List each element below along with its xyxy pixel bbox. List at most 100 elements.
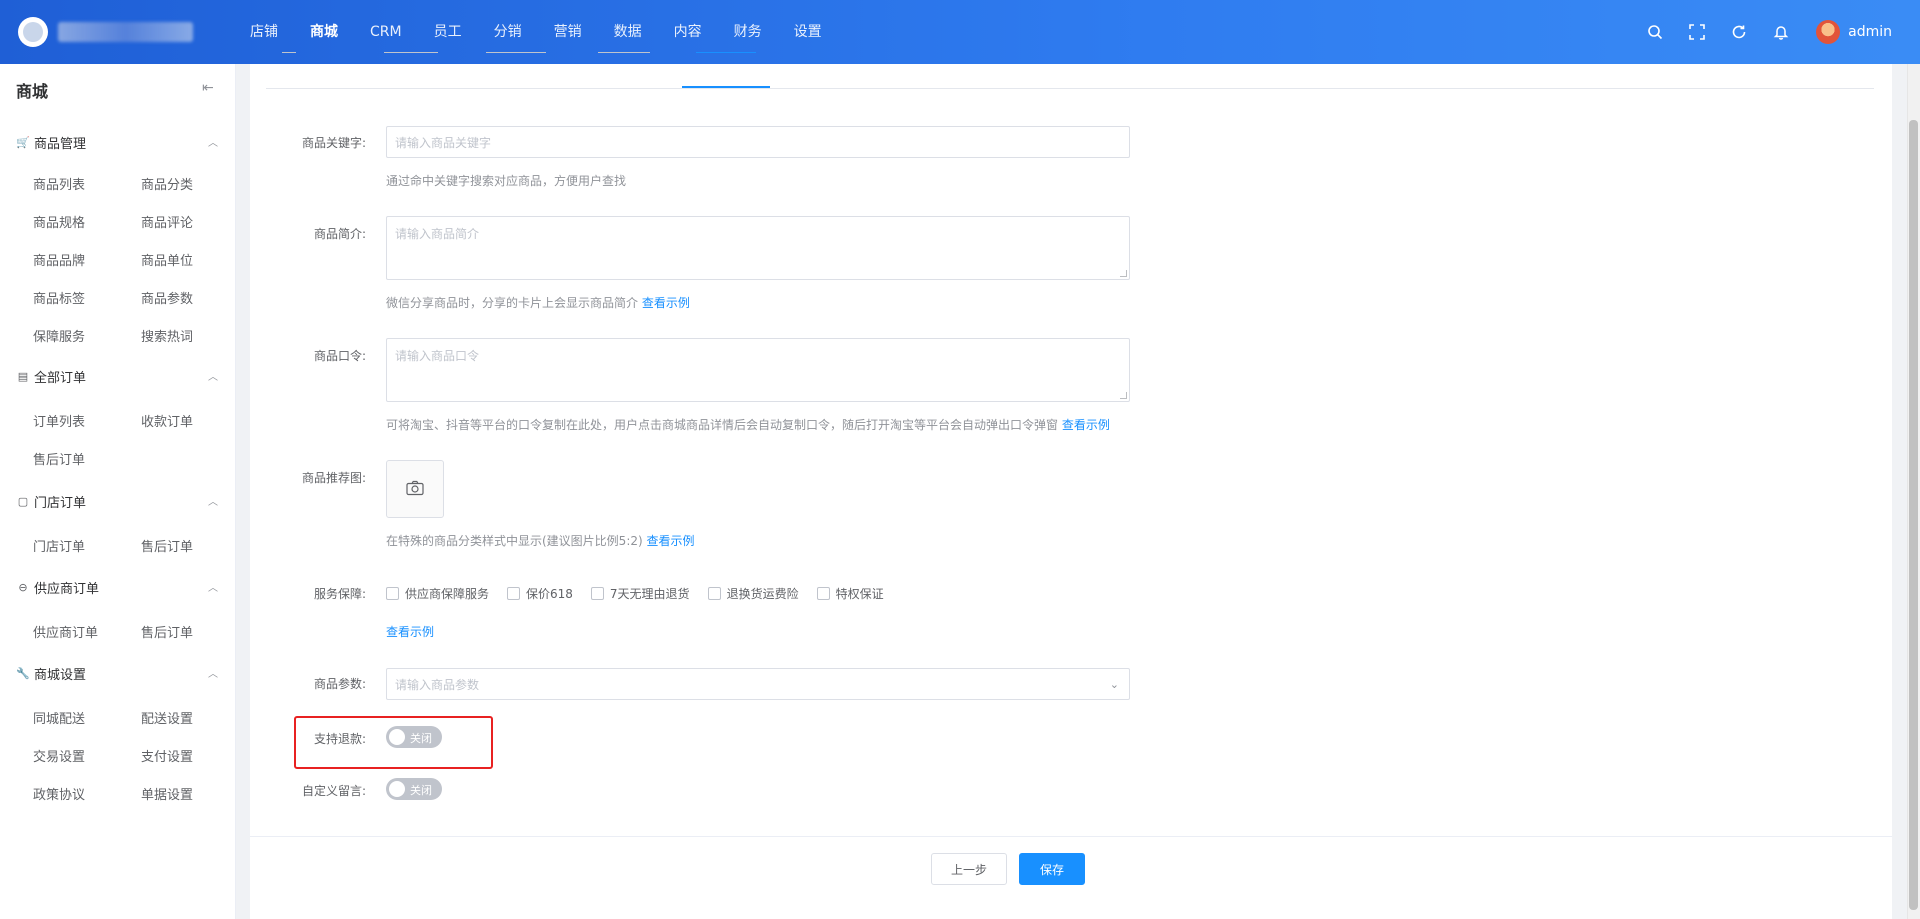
checkbox-label: 保价618: [526, 586, 573, 601]
sidebar-group-label: 全部订单: [34, 370, 87, 386]
checkbox-label: 供应商保障服务: [405, 586, 490, 601]
sidebar-item-hot-search[interactable]: 搜索热词: [141, 326, 193, 345]
sidebar-group-head-supplier-orders[interactable]: ⊖ 供应商订单 ︿: [0, 575, 236, 599]
page-scrollbar-thumb[interactable]: [1909, 120, 1918, 910]
sidebar-item-policy[interactable]: 政策协议: [33, 784, 85, 803]
keyword-input[interactable]: 请输入商品关键字: [386, 126, 1130, 158]
params-select[interactable]: 请输入商品参数 ⌄: [386, 668, 1130, 700]
search-icon[interactable]: [1634, 0, 1676, 64]
top-nav-item-settings[interactable]: 设置: [778, 0, 838, 64]
order-icon: ▤: [17, 369, 29, 383]
sidebar-group-head-store-orders[interactable]: ▢ 门店订单 ︿: [0, 489, 236, 513]
tab-fragment-active[interactable]: [696, 52, 756, 62]
sidebar-group-label: 商品管理: [34, 136, 87, 152]
sidebar-group-label: 供应商订单: [34, 581, 100, 597]
top-nav-item-mall[interactable]: 商城: [294, 0, 354, 64]
checkbox[interactable]: [707, 586, 721, 600]
service-label: 服务保障:: [313, 587, 366, 601]
sidebar-group-label: 门店订单: [34, 495, 87, 511]
service-option-shipping-insurance[interactable]: 退换货运费险: [707, 585, 799, 602]
sidebar-item-goods-review[interactable]: 商品评论: [141, 212, 193, 231]
chevron-up-icon: ︿: [208, 497, 218, 508]
tab-fragment[interactable]: [598, 52, 650, 62]
resize-handle[interactable]: [1120, 270, 1127, 277]
service-option-supplier[interactable]: 供应商保障服务: [386, 585, 489, 602]
sidebar-title: 商城: [16, 82, 49, 101]
sidebar-item-guarantee[interactable]: 保障服务: [33, 326, 85, 345]
service-option-privilege[interactable]: 特权保证: [816, 585, 884, 602]
keyword-placeholder: 请输入商品关键字: [395, 135, 492, 150]
logo[interactable]: [18, 17, 48, 47]
checkbox[interactable]: [386, 586, 399, 600]
sidebar-item-payment-orders[interactable]: 收款订单: [141, 411, 193, 430]
params-label: 商品参数:: [313, 677, 366, 691]
sidebar-item-goods-brand[interactable]: 商品品牌: [33, 250, 85, 269]
checkbox[interactable]: [816, 586, 830, 600]
image-upload[interactable]: [386, 460, 444, 518]
intro-example-link[interactable]: 查看示例: [642, 296, 690, 310]
code-textarea[interactable]: 请输入商品口令: [386, 338, 1130, 402]
tab-fragment[interactable]: [282, 52, 296, 62]
fullscreen-icon[interactable]: [1676, 0, 1718, 64]
sidebar-item-store-aftersale[interactable]: 售后订单: [141, 536, 193, 555]
checkbox-label: 7天无理由退货: [609, 586, 690, 601]
message-switch[interactable]: 关闭: [386, 778, 442, 800]
sidebar-item-goods-param[interactable]: 商品参数: [141, 288, 193, 307]
top-right-tools: admin: [1634, 0, 1920, 64]
chevron-up-icon: ︿: [208, 138, 218, 149]
intro-textarea[interactable]: 请输入商品简介: [386, 216, 1130, 280]
sidebar-item-goods-unit[interactable]: 商品单位: [141, 250, 193, 269]
sidebar-item-aftersale-orders[interactable]: 售后订单: [33, 449, 85, 468]
sidebar-item-delivery-settings[interactable]: 配送设置: [141, 708, 193, 727]
switch-knob: [389, 781, 405, 797]
sidebar-item-trade-settings[interactable]: 交易设置: [33, 746, 85, 765]
sidebar-group-head-goods[interactable]: 🛒 商品管理 ︿: [0, 130, 236, 154]
service-example-link[interactable]: 查看示例: [386, 623, 434, 640]
sidebar-group-head-mall-settings[interactable]: 🔧 商城设置 ︿: [0, 661, 236, 685]
sidebar-item-payment-settings[interactable]: 支付设置: [141, 746, 193, 765]
username[interactable]: admin: [1848, 24, 1892, 40]
prev-step-button[interactable]: 上一步: [931, 853, 1007, 885]
service-checkbox-group: 供应商保障服务 保价618 7天无理由退货 退换货运费险 特权保证: [386, 584, 902, 602]
collapse-icon[interactable]: ⇤: [202, 80, 214, 96]
sidebar: 商城 ⇤ 🛒 商品管理 ︿ 商品列表 商品分类 商品规格 商品评论 商品品牌 商…: [0, 64, 236, 919]
chevron-up-icon: ︿: [208, 669, 218, 680]
refresh-icon[interactable]: [1718, 0, 1760, 64]
cart-icon: 🛒: [16, 135, 30, 149]
image-help-text: 在特殊的商品分类样式中显示(建议图片比例5:2): [386, 534, 643, 548]
sidebar-item-goods-spec[interactable]: 商品规格: [33, 212, 85, 231]
sidebar-group-store-orders: ▢ 门店订单 ︿: [0, 489, 236, 513]
service-option-7day-return[interactable]: 7天无理由退货: [590, 585, 690, 602]
sidebar-group-head-orders[interactable]: ▤ 全部订单 ︿: [0, 364, 236, 388]
bell-icon[interactable]: [1760, 0, 1802, 64]
resize-handle[interactable]: [1120, 392, 1127, 399]
sidebar-item-order-list[interactable]: 订单列表: [33, 411, 85, 430]
code-example-link[interactable]: 查看示例: [1062, 418, 1110, 432]
checkbox[interactable]: [507, 586, 521, 600]
sidebar-item-supplier-orders[interactable]: 供应商订单: [33, 622, 98, 641]
service-option-price-protect[interactable]: 保价618: [507, 585, 573, 602]
keyword-help: 通过命中关键字搜索对应商品，方便用户查找: [386, 174, 627, 188]
sidebar-item-goods-category[interactable]: 商品分类: [141, 174, 193, 193]
avatar[interactable]: [1816, 20, 1841, 44]
sidebar-item-local-delivery[interactable]: 同城配送: [33, 708, 85, 727]
sidebar-item-receipt-settings[interactable]: 单据设置: [141, 784, 193, 803]
image-label: 商品推荐图:: [301, 471, 366, 485]
store-icon: ▢: [17, 494, 29, 508]
save-button[interactable]: 保存: [1019, 853, 1085, 885]
tab-fragment[interactable]: [384, 52, 438, 62]
top-nav-item-marketing[interactable]: 营销: [538, 0, 598, 64]
tab-fragment[interactable]: [486, 52, 546, 62]
sidebar-group-goods: 🛒 商品管理 ︿: [0, 130, 236, 154]
sidebar-item-goods-list[interactable]: 商品列表: [33, 174, 85, 193]
sidebar-item-goods-tag[interactable]: 商品标签: [33, 288, 85, 307]
code-help: 可将淘宝、抖音等平台的口令复制在此处，用户点击商城商品详情后会自动复制口令，随后…: [386, 416, 1110, 433]
checkbox[interactable]: [590, 586, 604, 600]
tabs-divider: [266, 88, 1874, 89]
params-placeholder: 请输入商品参数: [395, 677, 480, 692]
image-example-link[interactable]: 查看示例: [647, 534, 695, 548]
highlight-annotation: [294, 716, 493, 769]
checkbox-label: 退换货运费险: [726, 586, 799, 601]
sidebar-item-supplier-aftersale[interactable]: 售后订单: [141, 622, 193, 641]
sidebar-item-store-orders[interactable]: 门店订单: [33, 536, 85, 555]
